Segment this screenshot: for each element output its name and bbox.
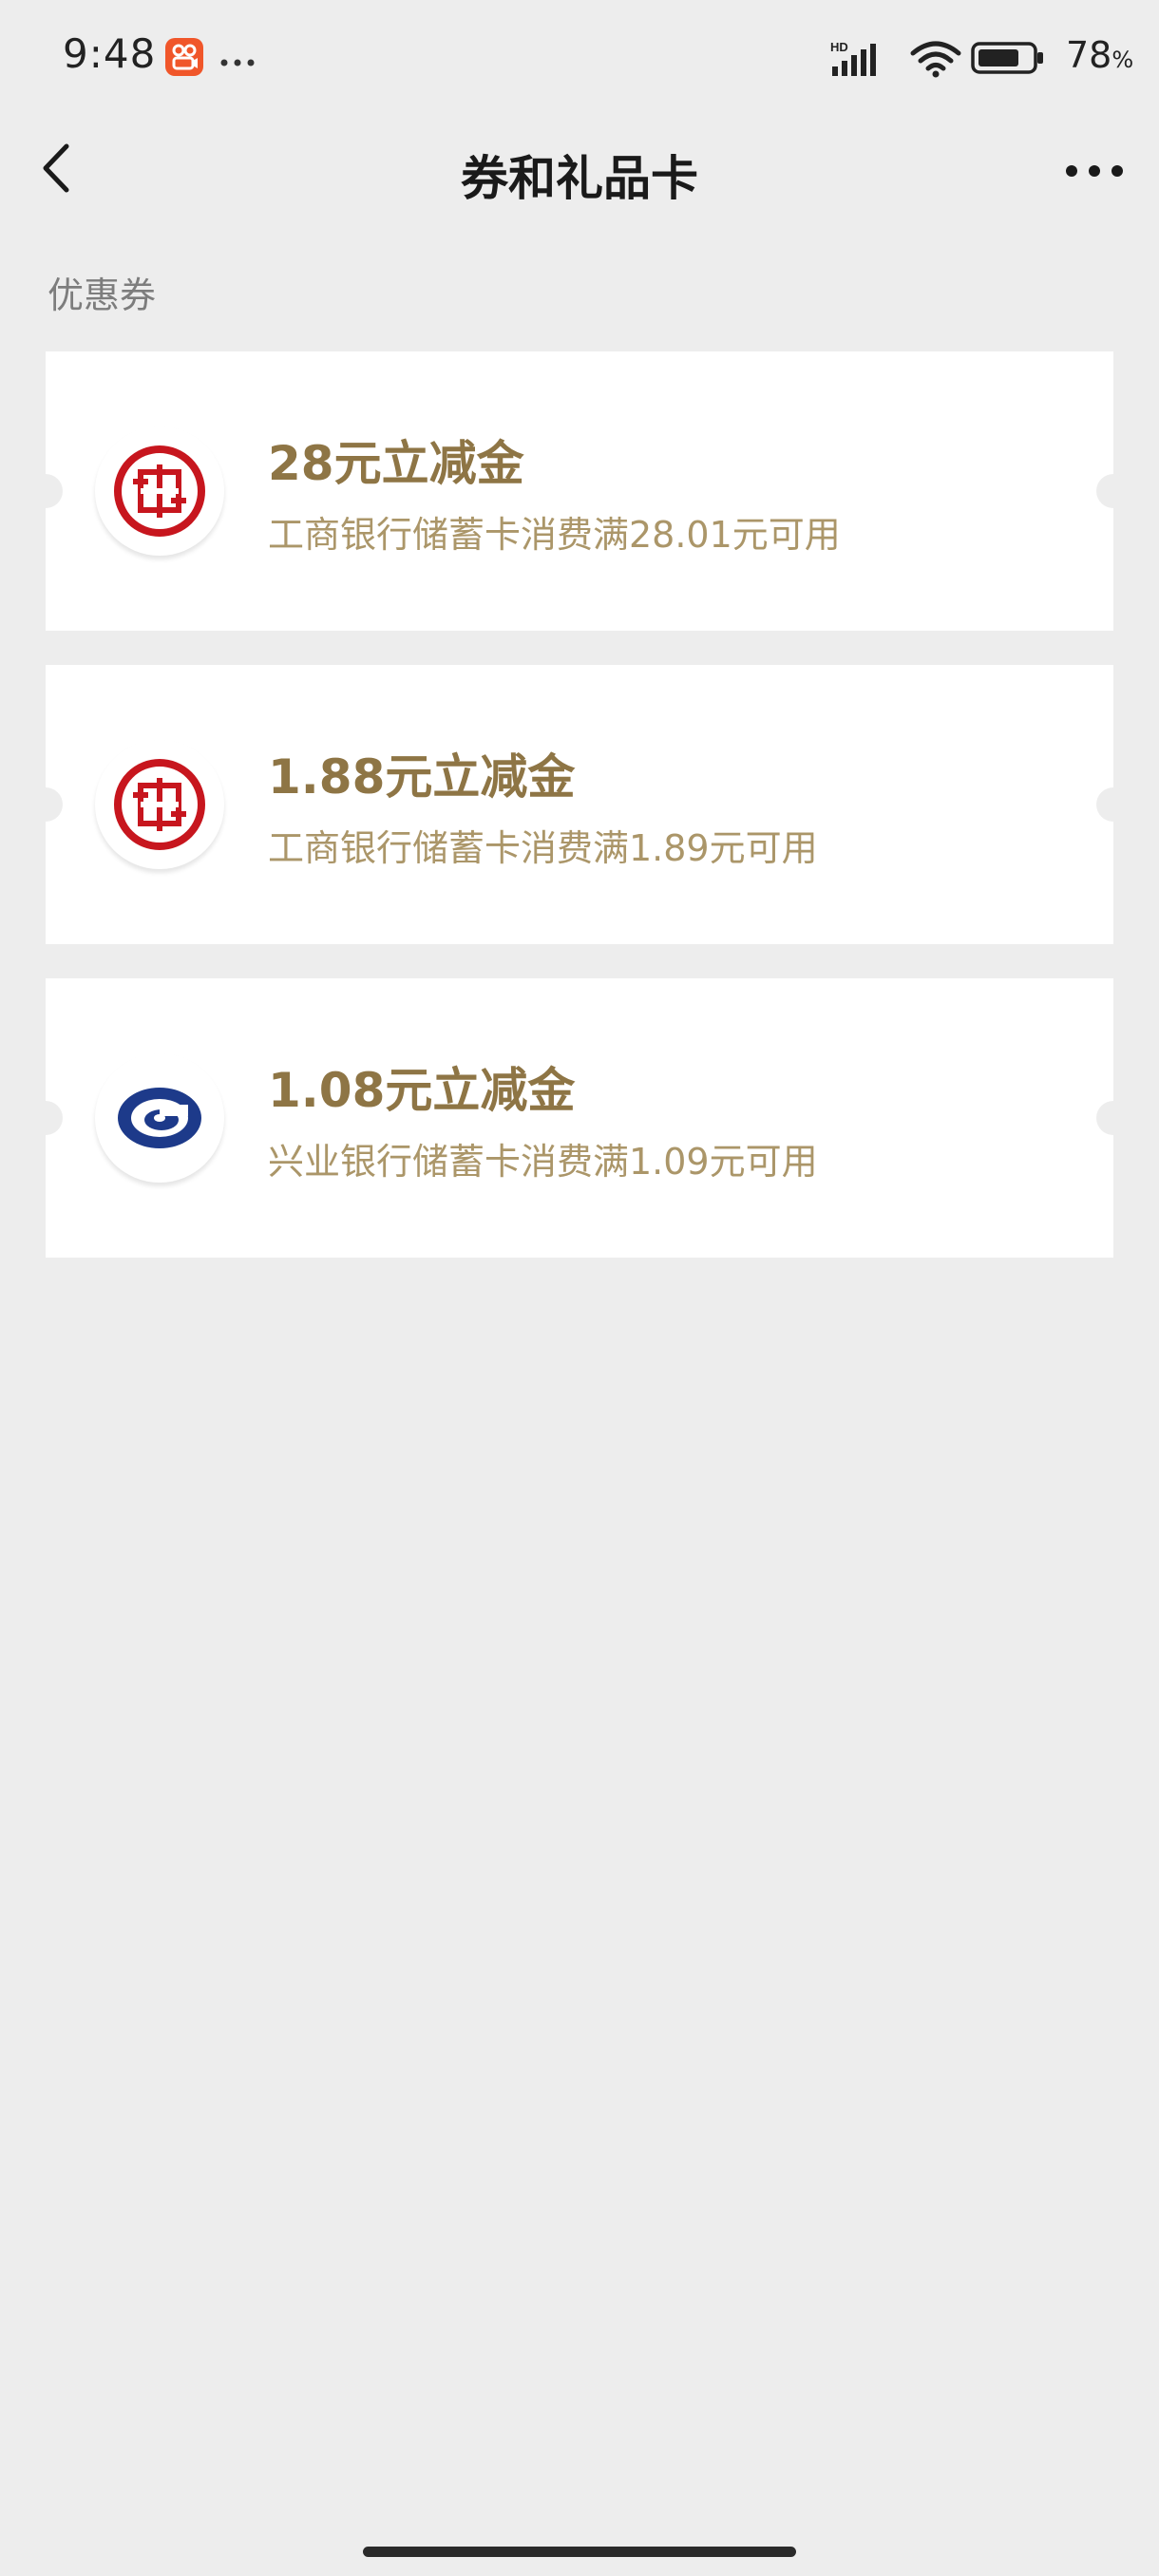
battery-icon [971, 42, 1045, 78]
cib-logo-icon [118, 1088, 201, 1148]
bank-logo [95, 740, 224, 869]
battery-value: 78 [1066, 34, 1112, 76]
home-indicator[interactable] [363, 2547, 796, 2557]
page-title: 券和礼品卡 [461, 151, 698, 206]
ticket-notch [28, 787, 63, 822]
coupon-title: 1.08元立减金 [268, 1063, 576, 1118]
more-options-button[interactable] [1058, 142, 1130, 199]
coupon-card[interactable]: 28元立减金 工商银行储蓄卡消费满28.01元可用 [28, 351, 1130, 631]
battery-fill [978, 49, 1018, 66]
coupon-card[interactable]: 1.88元立减金 工商银行储蓄卡消费满1.89元可用 [28, 665, 1130, 944]
ticket-notch [1096, 474, 1130, 508]
icbc-logo-icon [114, 445, 205, 537]
navigation-bar: 券和礼品卡 [0, 114, 1159, 232]
wifi-icon [909, 40, 962, 82]
coupon-card[interactable]: 1.08元立减金 兴业银行储蓄卡消费满1.09元可用 [28, 978, 1130, 1258]
coupon-title: 1.88元立减金 [268, 749, 576, 805]
coupon-description: 兴业银行储蓄卡消费满1.09元可用 [268, 1141, 818, 1183]
ticket-notch [28, 474, 63, 508]
bank-logo [95, 1053, 224, 1183]
coupon-title: 28元立减金 [268, 436, 524, 491]
battery-percentage: 78% [1066, 34, 1133, 76]
coupon-description: 工商银行储蓄卡消费满1.89元可用 [268, 827, 818, 869]
ticket-notch [1096, 787, 1130, 822]
ellipsis-icon [220, 53, 255, 71]
network-label: HD [830, 40, 848, 54]
icbc-logo-icon [114, 759, 205, 850]
ticket-notch [28, 1101, 63, 1135]
ticket-notch [1096, 1101, 1130, 1135]
status-time: 9:48 [63, 30, 157, 77]
kuaishou-app-icon [165, 38, 203, 76]
battery-unit: % [1112, 47, 1134, 73]
cellular-signal-icon: HD [828, 40, 885, 82]
status-bar: 9:48 HD 78% [0, 0, 1159, 114]
more-dots-icon [1066, 165, 1123, 177]
section-title: 优惠券 [48, 275, 157, 316]
bank-logo [95, 426, 224, 556]
coupon-description: 工商银行储蓄卡消费满28.01元可用 [268, 514, 841, 556]
